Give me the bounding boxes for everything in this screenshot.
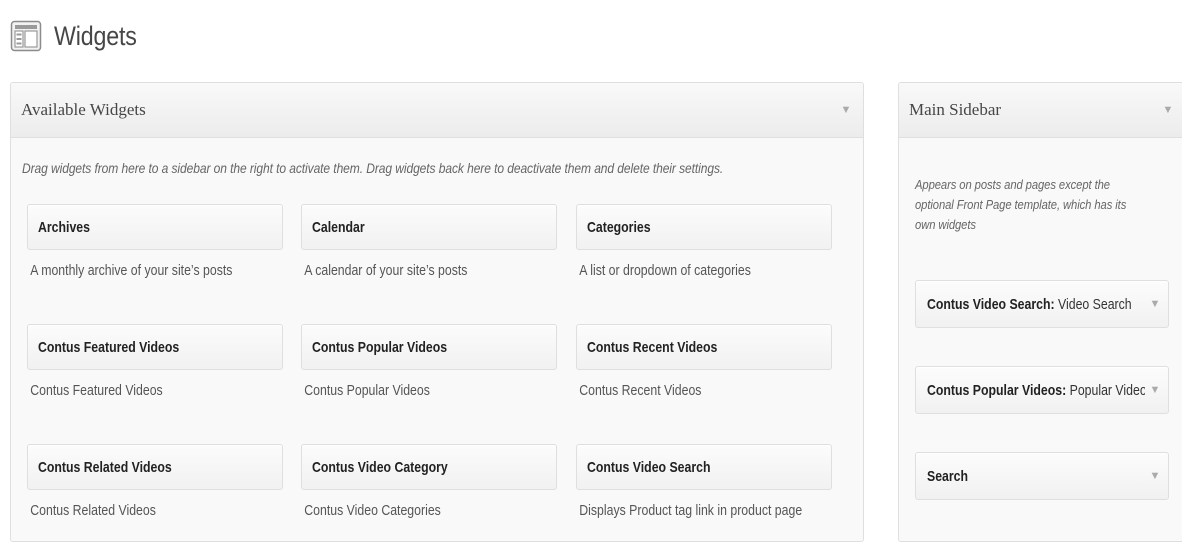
available-widgets-title: Available Widgets [21, 100, 146, 119]
main-sidebar-description: Appears on posts and pages except the op… [915, 175, 1182, 235]
widget-description: A list or dropdown of categories [579, 262, 751, 279]
available-widgets-description: Drag widgets from here to a sidebar on t… [22, 160, 724, 176]
page-title: Widgets [54, 20, 137, 51]
widget-handle-contus-recent-videos[interactable]: Contus Recent Videos [576, 324, 832, 370]
widget-description: A calendar of your site’s posts [304, 262, 468, 279]
widget-handle-contus-video-category[interactable]: Contus Video Category [301, 444, 557, 490]
widget-contus-video-search: Contus Video Search Displays Product tag… [576, 444, 832, 519]
widget-name: Categories [587, 218, 651, 236]
available-widgets-panel: Available Widgets ▼ Drag widgets from he… [10, 82, 864, 542]
collapse-arrow-icon[interactable]: ▼ [839, 104, 853, 116]
collapse-arrow-icon[interactable]: ▼ [1161, 104, 1175, 116]
sidebar-widget-title: Contus Popular Videos: Popular Videos [927, 382, 1145, 399]
available-widgets-header[interactable]: Available Widgets ▼ [11, 83, 863, 138]
sidebar-widget-name: Contus Popular Videos: [927, 381, 1067, 399]
widget-description: Contus Related Videos [30, 502, 156, 519]
expand-arrow-icon[interactable]: ▼ [1148, 470, 1162, 482]
expand-arrow-icon[interactable]: ▼ [1148, 384, 1162, 396]
sidebar-widget-popular-videos[interactable]: Contus Popular Videos: Popular Videos ▼ [915, 366, 1169, 414]
expand-arrow-icon[interactable]: ▼ [1148, 298, 1162, 310]
main-sidebar-panel: Main Sidebar ▼ Appears on posts and page… [898, 82, 1182, 542]
widget-description: Contus Recent Videos [579, 382, 702, 399]
widget-name: Contus Related Videos [38, 458, 172, 476]
widget-description: Displays Product tag link in product pag… [579, 502, 803, 519]
widget-description: Contus Video Categories [304, 502, 441, 519]
widget-contus-popular-videos: Contus Popular Videos Contus Popular Vid… [301, 324, 557, 399]
widget-handle-contus-popular-videos[interactable]: Contus Popular Videos [301, 324, 557, 370]
sidebar-widget-search[interactable]: Search ▼ [915, 452, 1169, 500]
widgets-icon [10, 20, 42, 52]
widget-contus-video-category: Contus Video Category Contus Video Categ… [301, 444, 557, 519]
widget-name: Calendar [312, 218, 365, 236]
widget-description: A monthly archive of your site’s posts [30, 262, 233, 279]
main-sidebar-header[interactable]: Main Sidebar ▼ [899, 83, 1182, 138]
main-sidebar-description-text: Appears on posts and pages except the op… [915, 178, 1127, 232]
widget-handle-contus-video-search[interactable]: Contus Video Search [576, 444, 832, 490]
widget-calendar: Calendar A calendar of your site’s posts [301, 204, 557, 279]
widget-contus-recent-videos: Contus Recent Videos Contus Recent Video… [576, 324, 832, 399]
sidebar-widget-name: Search [927, 467, 969, 485]
widget-handle-contus-featured-videos[interactable]: Contus Featured Videos [27, 324, 283, 370]
sidebar-widget-video-search[interactable]: Contus Video Search: Video Search ▼ [915, 280, 1169, 328]
widget-handle-archives[interactable]: Archives [27, 204, 283, 250]
widget-handle-calendar[interactable]: Calendar [301, 204, 557, 250]
widget-contus-featured-videos: Contus Featured Videos Contus Featured V… [27, 324, 283, 399]
page-header: Widgets [10, 14, 150, 58]
widget-description: Contus Featured Videos [30, 382, 163, 399]
widget-name: Contus Recent Videos [587, 338, 718, 356]
widget-name: Contus Video Search [587, 458, 711, 476]
sidebar-widget-subtitle: Popular Videos [1069, 381, 1145, 399]
widget-contus-related-videos: Contus Related Videos Contus Related Vid… [27, 444, 283, 519]
main-sidebar-title: Main Sidebar [909, 100, 1002, 119]
widget-archives: Archives A monthly archive of your site’… [27, 204, 283, 279]
sidebar-widget-name: Contus Video Search: [927, 295, 1055, 313]
widget-name: Archives [38, 218, 90, 236]
widget-description: Contus Popular Videos [304, 382, 430, 399]
widget-name: Contus Video Category [312, 458, 448, 476]
sidebar-widget-title: Contus Video Search: Video Search [927, 296, 1145, 313]
widget-name: Contus Popular Videos [312, 338, 448, 356]
widget-handle-contus-related-videos[interactable]: Contus Related Videos [27, 444, 283, 490]
widget-categories: Categories A list or dropdown of categor… [576, 204, 832, 279]
sidebar-widget-title: Search [927, 468, 1145, 485]
widget-name: Contus Featured Videos [38, 338, 180, 356]
widget-handle-categories[interactable]: Categories [576, 204, 832, 250]
sidebar-widget-subtitle: Video Search [1058, 295, 1132, 313]
